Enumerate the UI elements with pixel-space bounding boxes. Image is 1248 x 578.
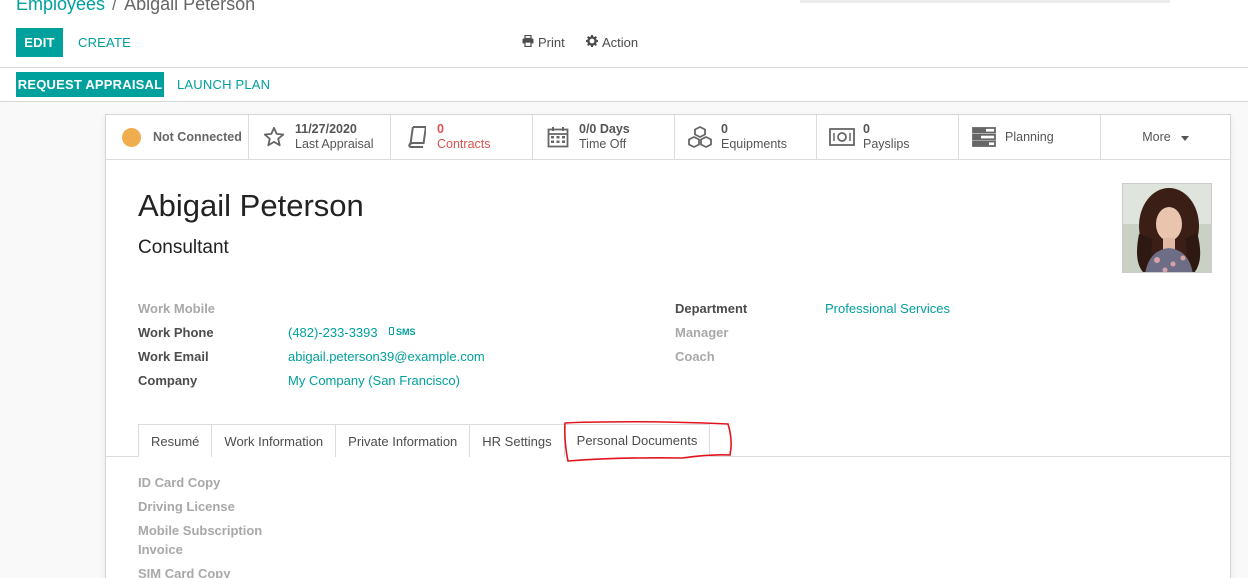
tab-private-information[interactable]: Private Information <box>335 424 471 457</box>
search-area <box>800 0 1170 3</box>
equipments-label: Equipments <box>721 137 788 151</box>
equipments-count: 0 <box>721 122 728 136</box>
print-icon <box>522 34 534 50</box>
breadcrumb-employees-link[interactable]: Employees <box>16 0 105 14</box>
work-email-field[interactable]: abigail.peterson39@example.com <box>288 349 485 364</box>
smart-button-box: Not Connected 11/27/2020 Last Appraisal 0… <box>106 115 1230 160</box>
driving-license-label: Driving License <box>138 499 235 514</box>
work-phone-label: Work Phone <box>138 325 214 340</box>
money-icon <box>829 126 855 148</box>
edit-button[interactable]: EDIT <box>16 28 63 57</box>
mobile-icon <box>389 327 394 337</box>
work-mobile-label: Work Mobile <box>138 301 216 316</box>
presence-button[interactable]: Not Connected <box>106 115 249 159</box>
form-statusbar: REQUEST APPRAISAL LAUNCH PLAN <box>0 68 1248 102</box>
action-dropdown[interactable]: Action <box>586 35 638 50</box>
more-button[interactable]: More <box>1101 115 1230 159</box>
print-label: Print <box>538 35 565 50</box>
employee-form-sheet: Not Connected 11/27/2020 Last Appraisal 0… <box>105 114 1231 578</box>
department-field[interactable]: Professional Services <box>825 301 950 316</box>
id-card-copy-label: ID Card Copy <box>138 475 221 490</box>
work-phone-field[interactable]: (482)-233-3393 <box>288 325 378 340</box>
employee-name[interactable]: Abigail Peterson <box>138 188 364 224</box>
payslips-label: Payslips <box>863 137 910 151</box>
book-icon <box>403 126 429 148</box>
calendar-icon <box>545 126 571 148</box>
presence-label: Not Connected <box>153 129 242 144</box>
planning-button[interactable]: Planning <box>959 115 1101 159</box>
highlight-annotation <box>564 420 732 462</box>
sim-card-copy-label: SIM Card Copy <box>138 566 231 578</box>
time-off-label: Time Off <box>579 137 627 151</box>
tab-work-information[interactable]: Work Information <box>211 424 337 457</box>
coach-label: Coach <box>675 349 715 364</box>
time-off-value: 0/0 Days <box>579 122 630 136</box>
contracts-count: 0 <box>437 122 444 136</box>
sms-button[interactable]: SMS <box>389 327 416 337</box>
caret-down-icon <box>1180 130 1189 144</box>
action-label: Action <box>602 35 639 50</box>
print-dropdown[interactable]: Print <box>522 34 565 50</box>
request-appraisal-button[interactable]: REQUEST APPRAISAL <box>16 72 164 97</box>
cubes-icon <box>687 126 713 148</box>
equipments-button[interactable]: 0 Equipments <box>675 115 817 159</box>
tasks-icon <box>971 126 997 148</box>
employee-job-title[interactable]: Consultant <box>138 237 229 259</box>
department-label: Department <box>675 301 748 316</box>
company-label: Company <box>138 373 198 388</box>
breadcrumb: Employees / Abigail Peterson <box>16 0 255 15</box>
payslips-button[interactable]: 0 Payslips <box>817 115 959 159</box>
planning-label: Planning <box>1005 129 1054 144</box>
last-appraisal-value: 11/27/2020 <box>295 122 357 136</box>
company-field[interactable]: My Company (San Francisco) <box>288 373 460 388</box>
presence-dot <box>122 127 141 147</box>
last-appraisal-label: Last Appraisal <box>295 137 374 151</box>
manager-label: Manager <box>675 325 729 340</box>
last-appraisal-button[interactable]: 11/27/2020 Last Appraisal <box>249 115 391 159</box>
payslips-count: 0 <box>863 122 870 136</box>
breadcrumb-separator: / <box>112 0 118 14</box>
launch-plan-button[interactable]: LAUNCH PLAN <box>177 77 270 92</box>
contracts-button[interactable]: 0 Contracts <box>391 115 533 159</box>
work-email-label: Work Email <box>138 349 209 364</box>
breadcrumb-current: Abigail Peterson <box>124 0 256 14</box>
mobile-subscription-invoice-label: Mobile Subscription Invoice <box>138 523 263 557</box>
time-off-button[interactable]: 0/0 Days Time Off <box>533 115 675 159</box>
star-icon <box>261 126 287 148</box>
create-button[interactable]: CREATE <box>78 35 131 50</box>
more-label: More <box>1142 129 1171 144</box>
control-panel: Employees / Abigail Peterson EDIT CREATE P… <box>0 0 1248 68</box>
employee-avatar[interactable] <box>1122 183 1212 273</box>
contracts-label: Contracts <box>437 137 491 151</box>
tab-hr-settings[interactable]: HR Settings <box>469 424 565 457</box>
gear-icon <box>586 35 598 50</box>
sms-label: SMS <box>396 327 416 337</box>
tab-resume[interactable]: Resumé <box>138 424 213 457</box>
